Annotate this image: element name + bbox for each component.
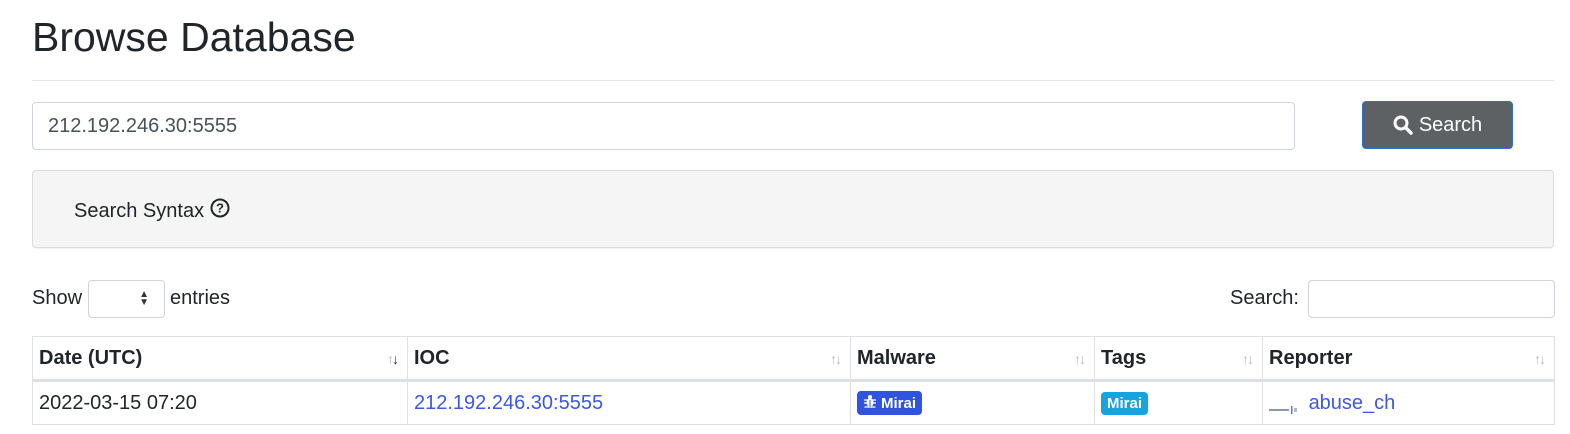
malware-badge[interactable]: Mirai [857, 391, 923, 415]
cell-reporter: abuse_ch [1262, 380, 1555, 425]
entries-label: entries [170, 287, 231, 309]
search-syntax-label: Search Syntax [74, 199, 205, 222]
show-label: Show [32, 287, 83, 309]
search-syntax-toggle[interactable]: Search Syntax ? [74, 198, 230, 224]
search-button-label: Search [1418, 113, 1483, 136]
column-header-reporter[interactable]: Reporter ↑↓ [1262, 336, 1555, 382]
column-header-date[interactable]: Date (UTC) ↑↓ [32, 336, 408, 382]
cell-tags: Mirai [1094, 380, 1263, 425]
search-input[interactable] [32, 102, 1295, 150]
sort-icon: ↑↓ [1074, 351, 1086, 367]
sort-icon: ↑↓ [1534, 351, 1546, 367]
search-syntax-panel: Search Syntax ? [32, 170, 1554, 248]
ioc-link[interactable]: 212.192.246.30:5555 [414, 392, 603, 414]
sort-icon: ↑↓ [387, 351, 399, 367]
column-header-tags[interactable]: Tags ↑↓ [1094, 336, 1263, 382]
table-search-label: Search: [1230, 287, 1299, 309]
select-arrows-icon: ▲ ▼ [139, 289, 149, 308]
reporter-logo-icon [1269, 398, 1297, 415]
cell-malware: Mirai [850, 380, 1095, 425]
table-header-row: Date (UTC) ↑↓ IOC ↑↓ Malware ↑↓ Tags ↑↓ … [32, 336, 1555, 382]
search-icon [1393, 115, 1413, 135]
svg-text:?: ? [216, 201, 224, 216]
reporter-link[interactable]: abuse_ch [1309, 392, 1396, 414]
table-row: 2022-03-15 07:20 212.192.246.30:5555 Mir… [32, 380, 1555, 425]
bug-icon [863, 394, 877, 412]
page-title: Browse Database [32, 14, 356, 60]
sort-icon: ↑↓ [1242, 351, 1254, 367]
divider [32, 80, 1554, 81]
tag-badge[interactable]: Mirai [1101, 392, 1149, 415]
column-header-malware[interactable]: Malware ↑↓ [850, 336, 1095, 382]
search-button[interactable]: Search [1362, 101, 1513, 149]
cell-date: 2022-03-15 07:20 [32, 380, 408, 425]
table-search-input[interactable] [1308, 280, 1555, 318]
entries-per-page-select[interactable]: ▲ ▼ [88, 280, 165, 318]
column-header-ioc[interactable]: IOC ↑↓ [407, 336, 851, 382]
sort-icon: ↑↓ [830, 351, 842, 367]
help-circle-icon[interactable]: ? [210, 198, 230, 224]
malware-badge-label: Mirai [881, 394, 917, 412]
cell-ioc: 212.192.246.30:5555 [407, 380, 851, 425]
results-table: Date (UTC) ↑↓ IOC ↑↓ Malware ↑↓ Tags ↑↓ … [32, 336, 1555, 425]
